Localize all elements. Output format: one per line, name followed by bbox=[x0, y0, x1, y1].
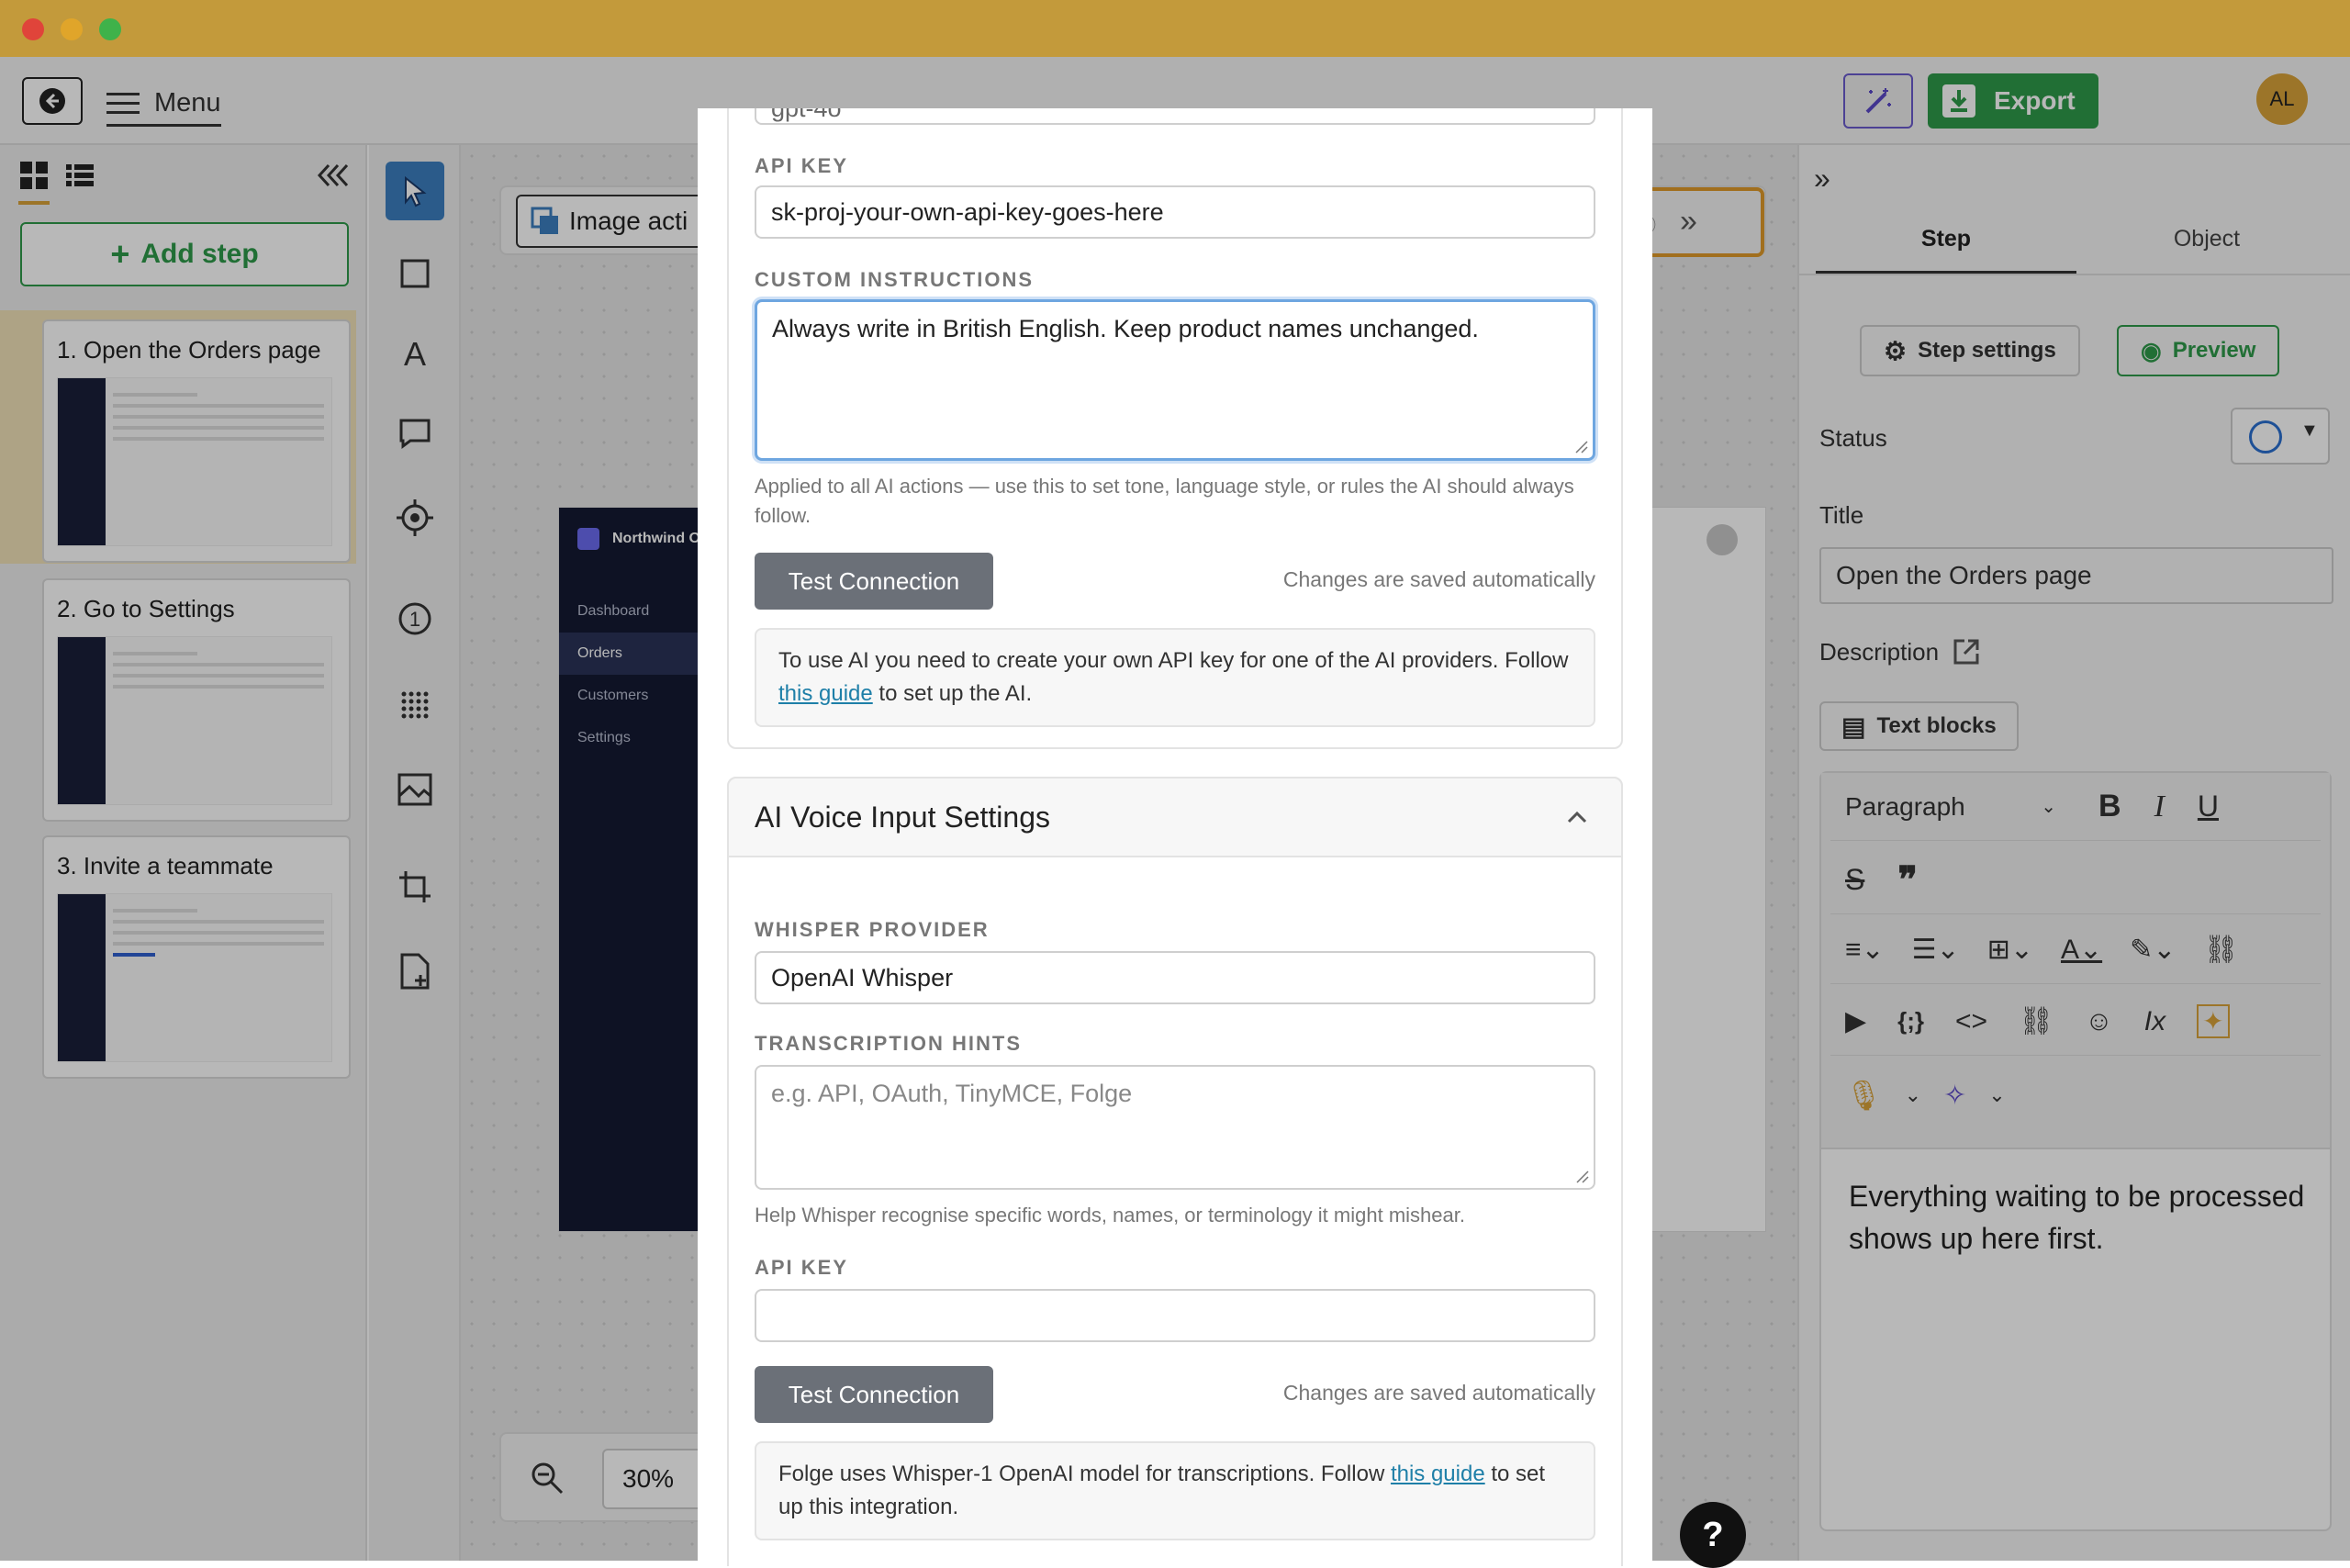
maximize-window-button[interactable] bbox=[99, 18, 121, 40]
test-connection-button[interactable]: Test Connection bbox=[755, 553, 993, 610]
custom-instructions-label: CUSTOM INSTRUCTIONS bbox=[755, 268, 1035, 291]
autosave-note: Changes are saved automatically bbox=[1282, 567, 1595, 591]
whisper-provider-select[interactable]: OpenAI Whisper bbox=[755, 951, 1595, 1004]
ai-guide-link[interactable]: this guide bbox=[778, 681, 873, 706]
voice-api-key-input[interactable] bbox=[755, 1289, 1595, 1342]
voice-info-box: Folge uses Whisper-1 OpenAI model for tr… bbox=[755, 1441, 1595, 1540]
voice-section-header[interactable]: AI Voice Input Settings bbox=[727, 777, 1623, 857]
resize-grip-icon[interactable] bbox=[1575, 1170, 1590, 1184]
voice-api-key-label: API KEY bbox=[755, 1256, 849, 1279]
model-input[interactable]: gpt-4o bbox=[755, 108, 1595, 125]
minimize-window-button[interactable] bbox=[61, 18, 83, 40]
custom-instructions-textarea[interactable]: Always write in British English. Keep pr… bbox=[755, 299, 1595, 461]
help-button[interactable]: ? bbox=[1680, 1502, 1746, 1568]
modal-backdrop[interactable]: gpt-4o API KEY sk-proj-your-own-api-key-… bbox=[0, 57, 2350, 1568]
ai-info-box: To use AI you need to create your own AP… bbox=[755, 628, 1595, 727]
window-titlebar bbox=[0, 0, 2350, 57]
custom-instructions-help: Applied to all AI actions — use this to … bbox=[755, 475, 1574, 527]
api-key-label: API KEY bbox=[755, 154, 849, 177]
resize-grip-icon[interactable] bbox=[1574, 440, 1589, 454]
voice-section-title: AI Voice Input Settings bbox=[755, 800, 1050, 834]
voice-guide-link[interactable]: this guide bbox=[1391, 1462, 1485, 1486]
whisper-provider-label: WHISPER PROVIDER bbox=[755, 918, 990, 941]
close-window-button[interactable] bbox=[22, 18, 44, 40]
voice-test-connection-button[interactable]: Test Connection bbox=[755, 1366, 993, 1423]
api-key-input[interactable]: sk-proj-your-own-api-key-goes-here bbox=[755, 185, 1595, 239]
transcription-hints-label: TRANSCRIPTION HINTS bbox=[755, 1032, 1022, 1055]
transcription-hints-textarea[interactable]: e.g. API, OAuth, TinyMCE, Folge bbox=[755, 1065, 1595, 1190]
voice-autosave-note: Changes are saved automatically bbox=[1282, 1381, 1595, 1405]
ai-settings-modal: gpt-4o API KEY sk-proj-your-own-api-key-… bbox=[698, 108, 1652, 1566]
chevron-up-icon[interactable] bbox=[1566, 810, 1588, 824]
transcription-hints-help: Help Whisper recognise specific words, n… bbox=[755, 1204, 1465, 1226]
